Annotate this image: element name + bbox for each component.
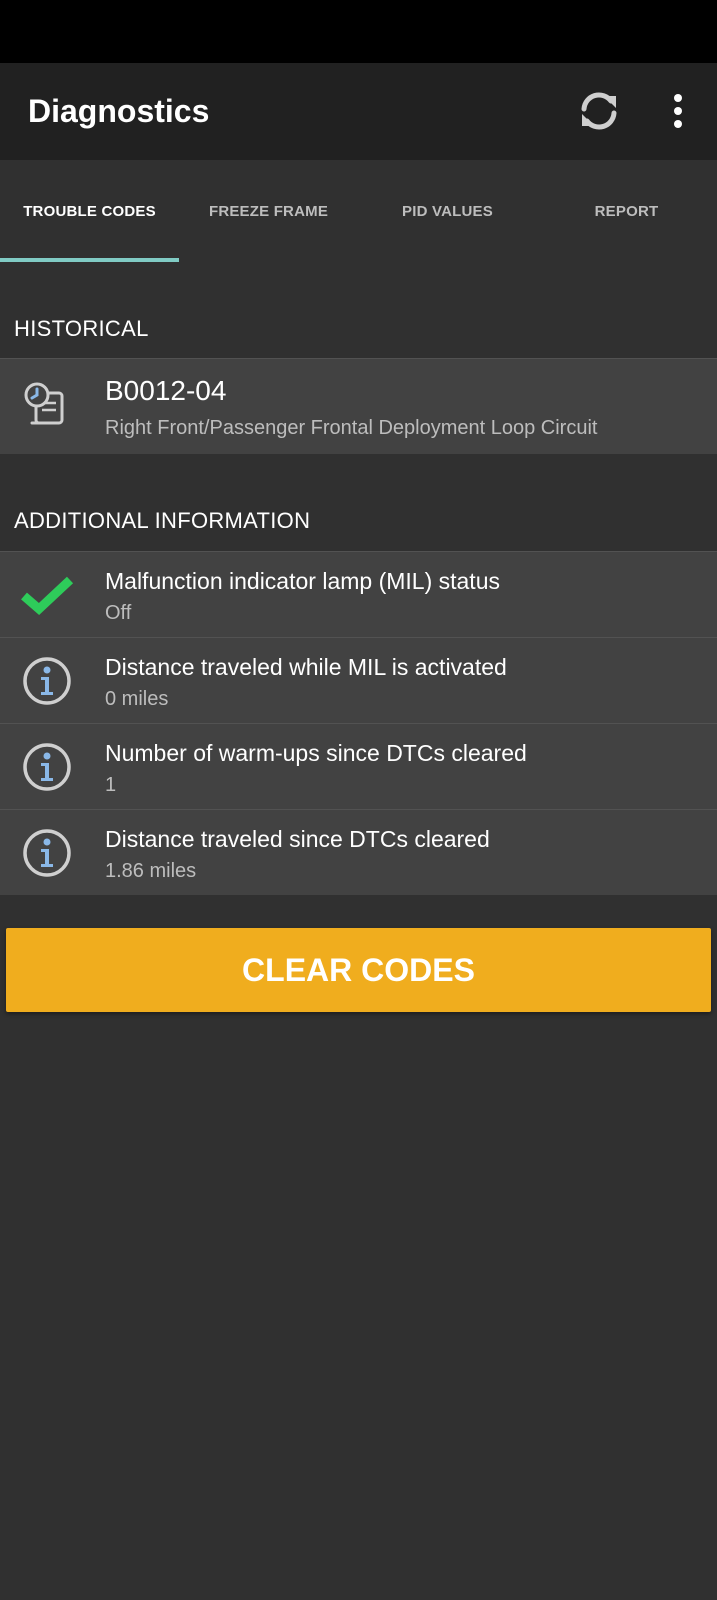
refresh-button[interactable] (576, 88, 622, 134)
info-icon (20, 826, 74, 880)
tab-freeze-frame[interactable]: FREEZE FRAME (179, 160, 358, 262)
refresh-icon (581, 92, 617, 130)
info-value: 1 (105, 774, 117, 796)
info-label: Distance traveled while MIL is activated (105, 654, 507, 680)
trouble-code-description: Right Front/Passenger Frontal Deployment… (105, 417, 598, 439)
overflow-menu-button[interactable] (660, 88, 696, 134)
tab-report[interactable]: REPORT (537, 160, 716, 262)
section-header-additional-information: ADDITIONAL INFORMATION (14, 508, 311, 533)
active-tab-indicator (0, 258, 179, 262)
info-row-distance-since-cleared: Distance traveled since DTCs cleared 1.8… (0, 809, 717, 895)
trouble-code: B0012-04 (105, 375, 227, 406)
info-value: Off (105, 602, 132, 624)
info-icon (20, 654, 74, 708)
tab-bar: TROUBLE CODES FREEZE FRAME PID VALUES RE… (0, 160, 717, 262)
info-value: 1.86 miles (105, 860, 197, 882)
info-row-warmups: Number of warm-ups since DTCs cleared 1 (0, 723, 717, 809)
tab-pid-values[interactable]: PID VALUES (358, 160, 537, 262)
info-row-mil-status: Malfunction indicator lamp (MIL) status … (0, 551, 717, 637)
app-bar: Diagnostics (0, 63, 717, 160)
info-row-distance-mil-activated: Distance traveled while MIL is activated… (0, 637, 717, 723)
clear-codes-button[interactable]: CLEAR CODES (6, 928, 711, 1012)
info-value: 0 miles (105, 688, 169, 710)
info-label: Distance traveled since DTCs cleared (105, 826, 490, 852)
more-vert-icon (674, 94, 682, 128)
info-label: Number of warm-ups since DTCs cleared (105, 740, 527, 766)
info-icon (20, 740, 74, 794)
trouble-code-row[interactable]: B0012-04 Right Front/Passenger Frontal D… (0, 358, 717, 454)
history-scroll-icon (20, 379, 74, 433)
page-title: Diagnostics (28, 93, 210, 129)
section-header-historical: HISTORICAL (14, 316, 149, 341)
status-bar (0, 0, 717, 63)
checkmark-icon (20, 568, 74, 622)
tab-trouble-codes[interactable]: TROUBLE CODES (0, 160, 179, 262)
info-label: Malfunction indicator lamp (MIL) status (105, 568, 500, 594)
